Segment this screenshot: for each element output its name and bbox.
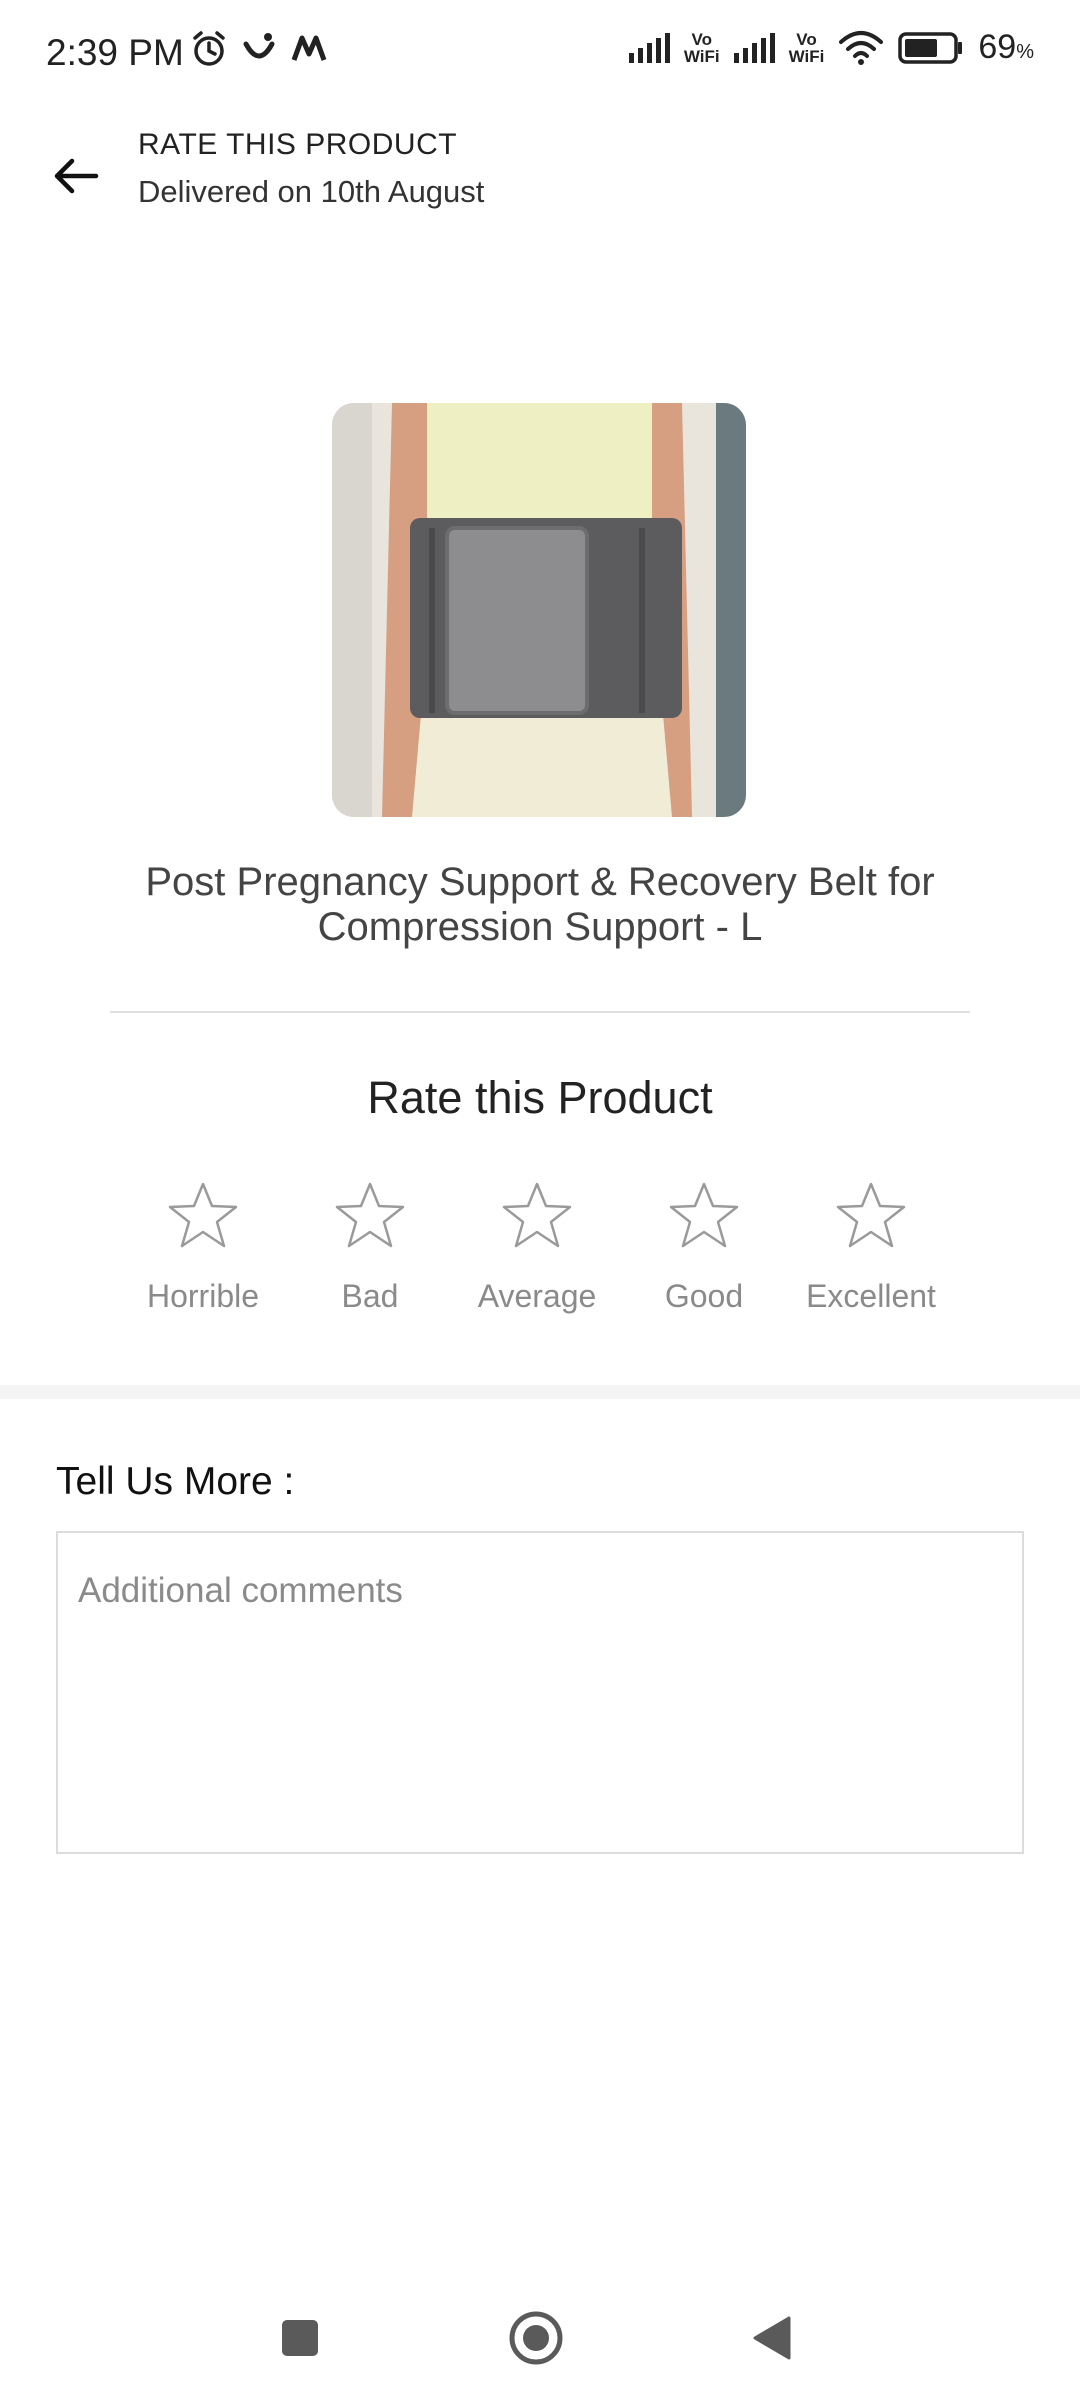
rating-label: Good bbox=[664, 1278, 744, 1314]
back-nav-button[interactable] bbox=[744, 2310, 800, 2366]
rating-option-excellent[interactable]: Excellent bbox=[786, 1180, 956, 1315]
alarm-icon bbox=[193, 31, 225, 66]
app-notification-icon bbox=[243, 33, 275, 59]
arrow-left-icon bbox=[54, 158, 99, 194]
star-outline-icon bbox=[168, 1182, 238, 1248]
wifi-icon bbox=[839, 30, 884, 65]
status-notification-icons bbox=[190, 30, 328, 68]
page-header: RATE THIS PRODUCT Delivered on 10th Augu… bbox=[0, 110, 1080, 240]
back-triangle-icon bbox=[753, 2316, 791, 2360]
recents-square-icon bbox=[282, 2320, 318, 2356]
product-image bbox=[332, 403, 746, 817]
rating-label: Average bbox=[477, 1278, 597, 1314]
star-outline-icon bbox=[836, 1182, 906, 1248]
signal-icon bbox=[733, 32, 775, 63]
vowifi-label: Vo WiFi bbox=[788, 29, 825, 66]
rating-heading: Rate this Product bbox=[367, 1072, 713, 1123]
star-outline-icon bbox=[669, 1182, 739, 1248]
home-button[interactable] bbox=[508, 2310, 564, 2366]
status-bar: 2:39 PM Vo WiFi Vo WiFi 69% bbox=[0, 0, 1080, 110]
product-title: Post Pregnancy Support & Recovery Belt f… bbox=[145, 860, 935, 949]
star-outline-icon bbox=[502, 1182, 572, 1248]
rating-option-horrible[interactable]: Horrible bbox=[118, 1180, 288, 1315]
system-nav-bar bbox=[0, 2290, 1080, 2380]
additional-comments-input[interactable] bbox=[56, 1531, 1024, 1854]
page-title: RATE THIS PRODUCT bbox=[138, 128, 458, 161]
star-outline-icon bbox=[335, 1182, 405, 1248]
status-system-icons: Vo WiFi Vo WiFi 69% bbox=[628, 28, 1034, 67]
rating-option-bad[interactable]: Bad bbox=[285, 1180, 455, 1315]
home-circle-icon bbox=[509, 2311, 563, 2365]
star-rating: Horrible Bad Average Good Excellent bbox=[118, 1180, 978, 1340]
rating-option-good[interactable]: Good bbox=[619, 1180, 789, 1315]
feedback-label: Tell Us More : bbox=[56, 1460, 295, 1503]
rating-label: Excellent bbox=[806, 1278, 936, 1314]
rating-option-average[interactable]: Average bbox=[452, 1180, 622, 1315]
section-separator bbox=[0, 1385, 1080, 1399]
status-time: 2:39 PM bbox=[46, 32, 184, 73]
battery-icon bbox=[898, 31, 963, 64]
vowifi-label: Vo WiFi bbox=[683, 29, 720, 66]
delivery-date: Delivered on 10th August bbox=[138, 174, 485, 209]
divider bbox=[110, 1011, 970, 1013]
rating-label: Horrible bbox=[146, 1278, 260, 1314]
m-notification-icon bbox=[291, 35, 327, 61]
back-button[interactable] bbox=[48, 148, 104, 204]
battery-percentage: 69% bbox=[978, 28, 1034, 66]
recents-button[interactable] bbox=[272, 2310, 328, 2366]
rating-label: Bad bbox=[341, 1278, 399, 1314]
signal-icon bbox=[628, 32, 670, 63]
